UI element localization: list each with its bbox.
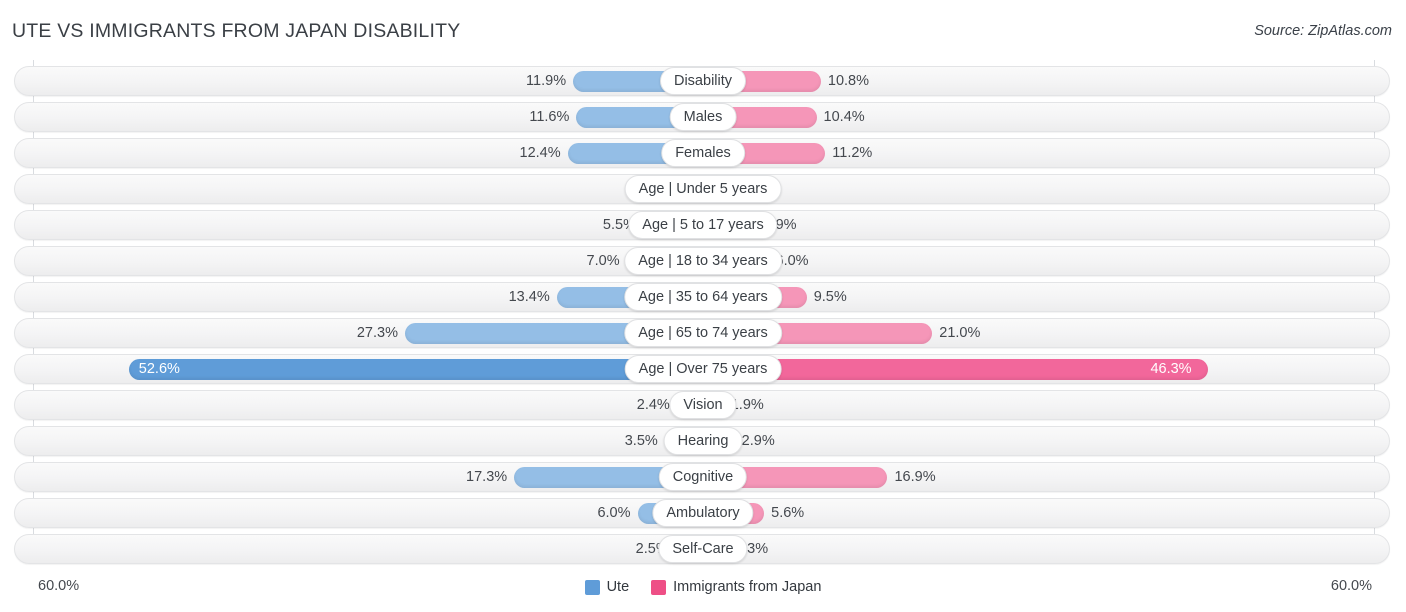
row-category-label: Females <box>661 139 745 167</box>
bar-value-right: 5.6% <box>771 505 805 521</box>
bar-value-left: 11.9% <box>526 73 567 89</box>
legend-item[interactable]: Ute <box>584 579 630 595</box>
chart-plot-area: 11.9% 10.8% Disability 11.6% 10.4% Males 12.4%… <box>0 60 1406 572</box>
table-row[interactable]: 6.0% 5.6% Ambulatory <box>0 498 1406 528</box>
bar-value-right: 21.0% <box>939 325 981 341</box>
source-attribution: Source: ZipAtlas.com <box>1254 23 1392 39</box>
row-category-label: Age | 65 to 74 years <box>624 319 782 347</box>
row-category-label: Males <box>669 103 737 131</box>
bar-value-left: 3.5% <box>624 433 658 449</box>
legend-label: Immigrants from Japan <box>673 579 822 595</box>
table-row[interactable]: 0.86%1.1%Age | Under 5 years <box>0 174 1406 204</box>
table-row[interactable]: 7.0% 6.0% Age | 18 to 34 years <box>0 246 1406 276</box>
bar-value-left: 27.3% <box>356 325 398 341</box>
row-category-label: Age | 35 to 64 years <box>624 283 782 311</box>
table-row[interactable]: 11.9% 10.8% Disability <box>0 66 1406 96</box>
row-category-label: Age | 5 to 17 years <box>628 211 778 239</box>
table-row[interactable]: 52.6% 46.3% Age | Over 75 years <box>0 354 1406 384</box>
row-category-label: Self-Care <box>658 535 748 563</box>
bar-value-left: 6.0% <box>597 505 631 521</box>
page-title: UTE VS IMMIGRANTS FROM JAPAN DISABILITY <box>12 20 461 42</box>
bar-value-right: 10.8% <box>827 73 870 89</box>
bar-rows-container: 11.9% 10.8% Disability 11.6% 10.4% Males 12.4%… <box>0 66 1406 570</box>
row-category-label: Ambulatory <box>652 499 754 527</box>
chart-footer: 60.0% 60.0% Ute Immigrants from Japan <box>0 572 1406 612</box>
table-row[interactable]: 2.4% 1.9% Vision <box>0 390 1406 420</box>
legend-item[interactable]: Immigrants from Japan <box>651 579 821 595</box>
chart-page: UTE VS IMMIGRANTS FROM JAPAN DISABILITY … <box>0 0 1406 612</box>
legend-swatch-icon <box>651 579 667 595</box>
bar-value-left: 52.6% <box>138 361 180 377</box>
bar-value-right: 16.9% <box>894 469 936 485</box>
table-row[interactable]: 2.5% 2.3% Self-Care <box>0 534 1406 564</box>
row-category-label: Vision <box>669 391 737 419</box>
bar-value-right: 46.3% <box>1150 361 1192 377</box>
table-row[interactable]: 5.5% 4.9% Age | 5 to 17 years <box>0 210 1406 240</box>
table-row[interactable]: 17.3% 16.9% Cognitive <box>0 462 1406 492</box>
legend-label: Ute <box>606 579 630 595</box>
chart-header: UTE VS IMMIGRANTS FROM JAPAN DISABILITY … <box>0 0 1406 60</box>
row-category-label: Disability <box>659 67 747 95</box>
bar-value-left: 2.4% <box>636 397 670 413</box>
row-category-label: Hearing <box>663 427 743 455</box>
table-row[interactable]: 11.6% 10.4% Males <box>0 102 1406 132</box>
table-row[interactable]: 3.5% 2.9% Hearing <box>0 426 1406 456</box>
bar-left-ute <box>128 359 703 380</box>
bar-value-left: 12.4% <box>519 145 561 161</box>
row-category-label: Age | 18 to 34 years <box>624 247 782 275</box>
legend-swatch-icon <box>584 579 600 595</box>
row-category-label: Age | Under 5 years <box>624 175 782 203</box>
bar-value-right: 2.9% <box>741 433 775 449</box>
table-row[interactable]: 13.4% 9.5% Age | 35 to 64 years <box>0 282 1406 312</box>
bar-value-left: 13.4% <box>508 289 550 305</box>
table-row[interactable]: 12.4% 11.2% Females <box>0 138 1406 168</box>
table-row[interactable]: 27.3% 21.0% Age | 65 to 74 years <box>0 318 1406 348</box>
row-category-label: Cognitive <box>658 463 748 491</box>
bar-value-right: 10.4% <box>823 109 865 125</box>
bar-value-right: 11.2% <box>832 145 873 161</box>
bar-value-right: 9.5% <box>813 289 847 305</box>
bar-value-left: 17.3% <box>466 469 508 485</box>
bar-value-left: 7.0% <box>586 253 620 269</box>
bar-value-left: 11.6% <box>529 109 570 125</box>
row-category-label: Age | Over 75 years <box>624 355 782 383</box>
chart-legend: Ute Immigrants from Japan <box>0 579 1406 595</box>
